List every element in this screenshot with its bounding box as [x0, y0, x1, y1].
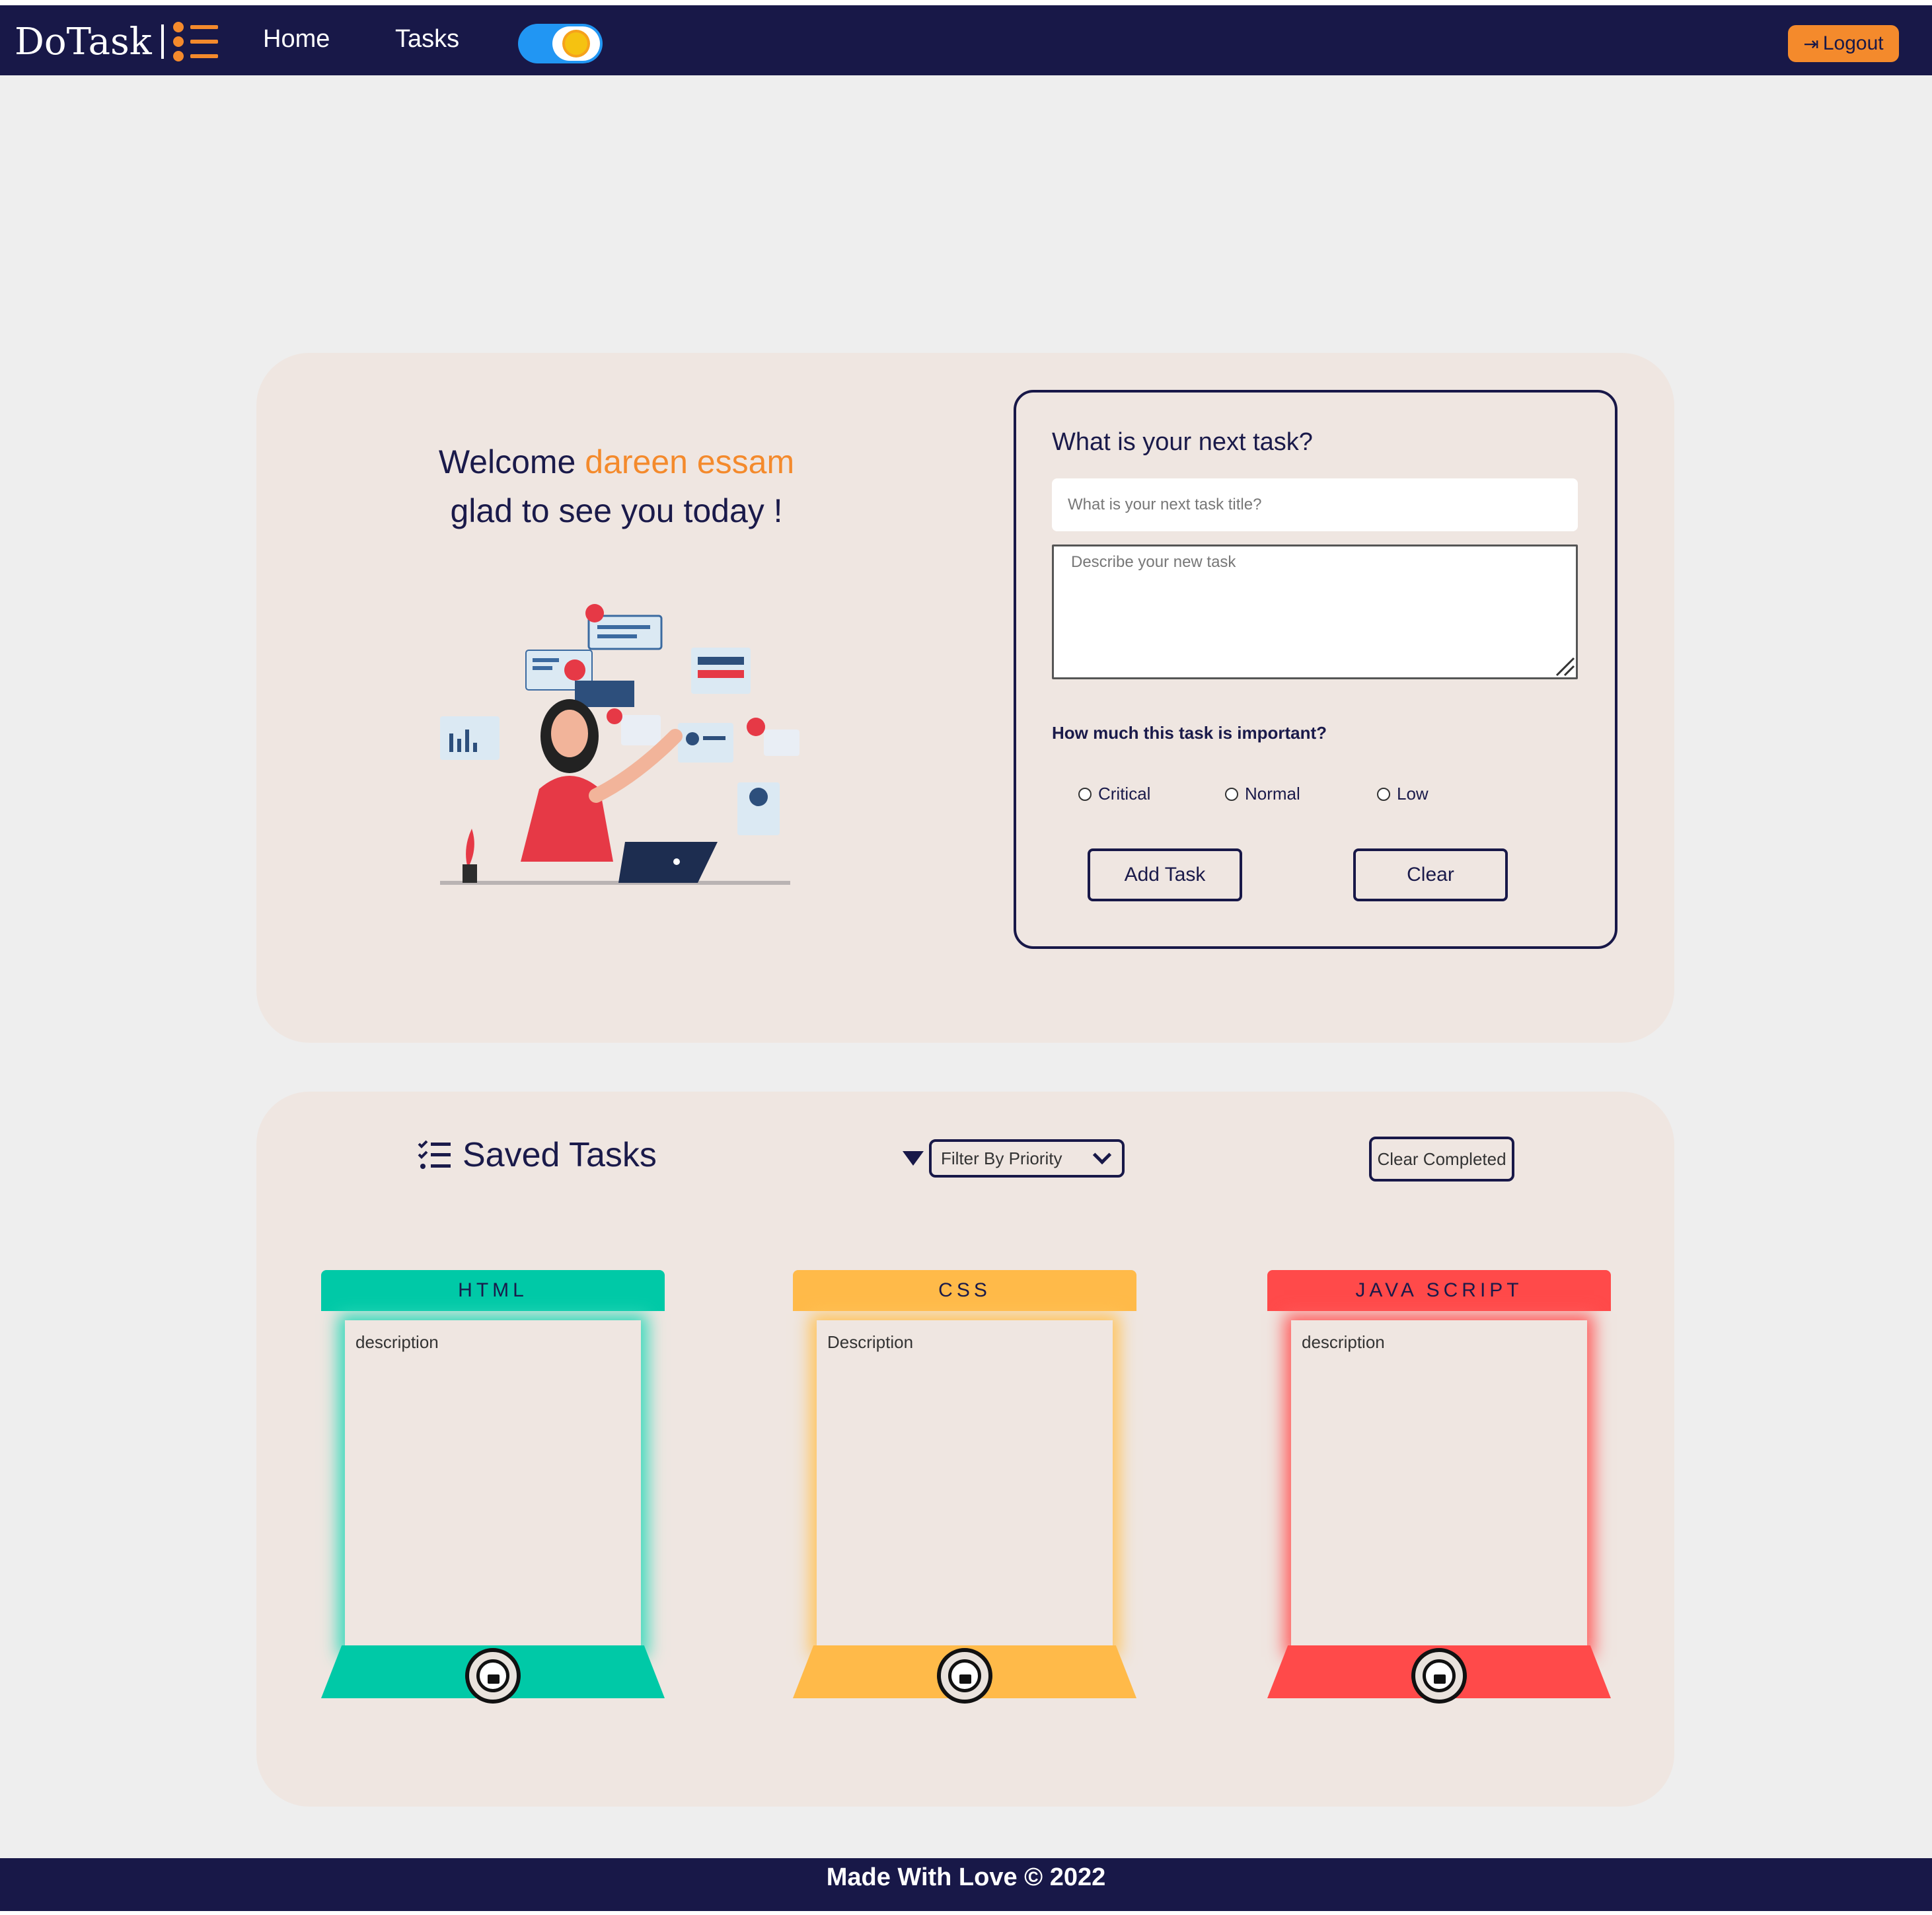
funnel-icon [903, 1151, 924, 1166]
brand-separator [161, 24, 164, 59]
nav-tasks-link[interactable]: Tasks [395, 25, 459, 54]
priority-critical-radio[interactable]: Critical [1078, 784, 1150, 804]
clear-completed-button[interactable]: Clear Completed [1369, 1137, 1514, 1182]
brand-logo[interactable]: DoTask [15, 19, 218, 65]
saved-tasks-heading: Saved Tasks [418, 1135, 657, 1175]
chevron-down-icon [1092, 1145, 1112, 1165]
filter-control: Filter By Priority [903, 1139, 1125, 1178]
task-card-javascript[interactable]: JAVA SCRIPT description [1267, 1270, 1611, 1704]
user-name: dareen essam [585, 443, 795, 480]
task-card-description: description [1302, 1332, 1385, 1352]
nav-home-link[interactable]: Home [263, 25, 330, 54]
woman-laptop-illustration [440, 604, 799, 885]
radio-circle[interactable] [1377, 787, 1390, 801]
avatar-badge-icon [465, 1648, 521, 1704]
task-card-title: CSS [793, 1270, 1136, 1311]
new-task-form: What is your next task? How much this ta… [1014, 390, 1617, 949]
task-card-title: JAVA SCRIPT [1267, 1270, 1611, 1311]
top-strip [0, 0, 1932, 5]
task-card-html[interactable]: HTML description [321, 1270, 665, 1704]
task-description-input[interactable] [1052, 544, 1578, 679]
bottom-strip [0, 1911, 1932, 1915]
sun-icon [565, 32, 587, 55]
priority-low-radio[interactable]: Low [1377, 784, 1429, 804]
clear-button[interactable]: Clear [1353, 848, 1508, 901]
add-task-button[interactable]: Add Task [1088, 848, 1242, 901]
importance-label: How much this task is important? [1052, 723, 1327, 743]
task-list-icon [170, 20, 218, 63]
priority-normal-label: Normal [1245, 784, 1300, 804]
logout-button[interactable]: ⇥ Logout [1788, 25, 1899, 62]
list-icon [418, 1140, 451, 1169]
navbar: DoTask Home Tasks ⇥ Logout [0, 5, 1932, 75]
task-title-input[interactable] [1052, 478, 1578, 531]
filter-select-value: Filter By Priority [941, 1148, 1062, 1168]
sign-out-icon: ⇥ [1803, 33, 1819, 54]
avatar-badge-icon [937, 1648, 992, 1704]
task-card-css[interactable]: CSS Description [793, 1270, 1136, 1704]
task-card-description: description [355, 1332, 439, 1352]
priority-critical-label: Critical [1098, 784, 1151, 804]
logout-label: Logout [1822, 32, 1884, 54]
brand-text: DoTask [15, 20, 152, 63]
radio-circle[interactable] [1078, 787, 1092, 801]
saved-tasks-panel: Saved Tasks Filter By Priority Clear Com… [256, 1092, 1674, 1807]
form-title: What is your next task? [1052, 428, 1313, 456]
priority-normal-radio[interactable]: Normal [1225, 784, 1300, 804]
radio-circle[interactable] [1225, 787, 1238, 801]
task-card-body: description [1291, 1320, 1587, 1651]
toggle-knob [552, 26, 600, 61]
task-card-body: Description [817, 1320, 1113, 1651]
priority-filter-select[interactable]: Filter By Priority [929, 1139, 1125, 1178]
hero-panel: Welcome dareen essam glad to see you tod… [256, 353, 1674, 1043]
footer-text: Made With Love © 2022 [826, 1863, 1106, 1891]
welcome-message: Welcome dareen essam glad to see you tod… [256, 437, 977, 535]
welcome-subtitle: glad to see you today ! [450, 492, 783, 529]
theme-toggle[interactable] [518, 24, 603, 63]
footer: Made With Love © 2022 [0, 1858, 1932, 1911]
avatar-badge-icon [1411, 1648, 1467, 1704]
priority-low-label: Low [1397, 784, 1429, 804]
saved-tasks-title: Saved Tasks [463, 1136, 657, 1174]
task-card-description: Description [827, 1332, 914, 1352]
resize-grip-icon[interactable] [1555, 657, 1575, 677]
task-card-body: description [345, 1320, 641, 1651]
welcome-word: Welcome [438, 443, 576, 480]
task-card-title: HTML [321, 1270, 665, 1311]
